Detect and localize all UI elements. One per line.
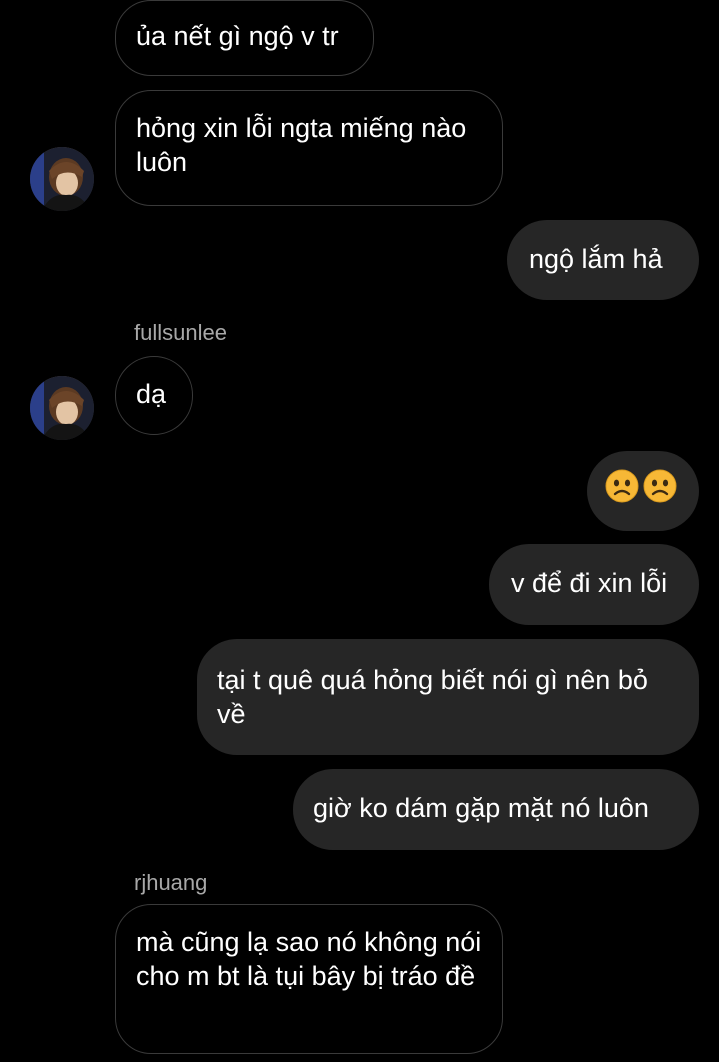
message-bubble-incoming[interactable]: ủa nết gì ngộ v tr xyxy=(115,0,374,76)
message-bubble-outgoing[interactable]: giờ ko dám gặp mặt nó luôn xyxy=(293,769,699,850)
message-text: v để đi xin lỗi xyxy=(511,568,668,598)
message-bubble-incoming[interactable]: mà cũng lạ sao nó không nói cho m bt là … xyxy=(115,904,503,1054)
message-text: mà cũng lạ sao nó không nói cho m bt là … xyxy=(136,927,482,991)
chat-thread: ủa nết gì ngộ v tr hỏng xin lỗi ngta miế… xyxy=(0,0,719,1062)
message-text: ngộ lắm hả xyxy=(529,244,663,274)
avatar[interactable] xyxy=(30,376,94,440)
sender-name: fullsunlee xyxy=(134,320,227,345)
message-text: tại t quê quá hỏng biết nói gì nên bỏ về xyxy=(217,665,648,729)
message-text: giờ ko dám gặp mặt nó luôn xyxy=(313,793,649,823)
emoji-group xyxy=(605,469,677,503)
message-bubble-outgoing[interactable]: ngộ lắm hả xyxy=(507,220,699,300)
message-text: ủa nết gì ngộ v tr xyxy=(136,21,339,51)
worried-face-emoji xyxy=(605,469,639,503)
message-bubble-incoming[interactable]: dạ xyxy=(115,356,193,435)
message-bubble-outgoing[interactable] xyxy=(587,451,699,531)
message-text: dạ xyxy=(136,379,167,409)
message-bubble-outgoing[interactable]: tại t quê quá hỏng biết nói gì nên bỏ về xyxy=(197,639,699,755)
avatar[interactable] xyxy=(30,147,94,211)
sender-name: rjhuang xyxy=(134,870,208,895)
worried-face-emoji xyxy=(643,469,677,503)
message-text: hỏng xin lỗi ngta miếng nào luôn xyxy=(136,113,467,177)
message-bubble-incoming[interactable]: hỏng xin lỗi ngta miếng nào luôn xyxy=(115,90,503,206)
message-bubble-outgoing[interactable]: v để đi xin lỗi xyxy=(489,544,699,625)
